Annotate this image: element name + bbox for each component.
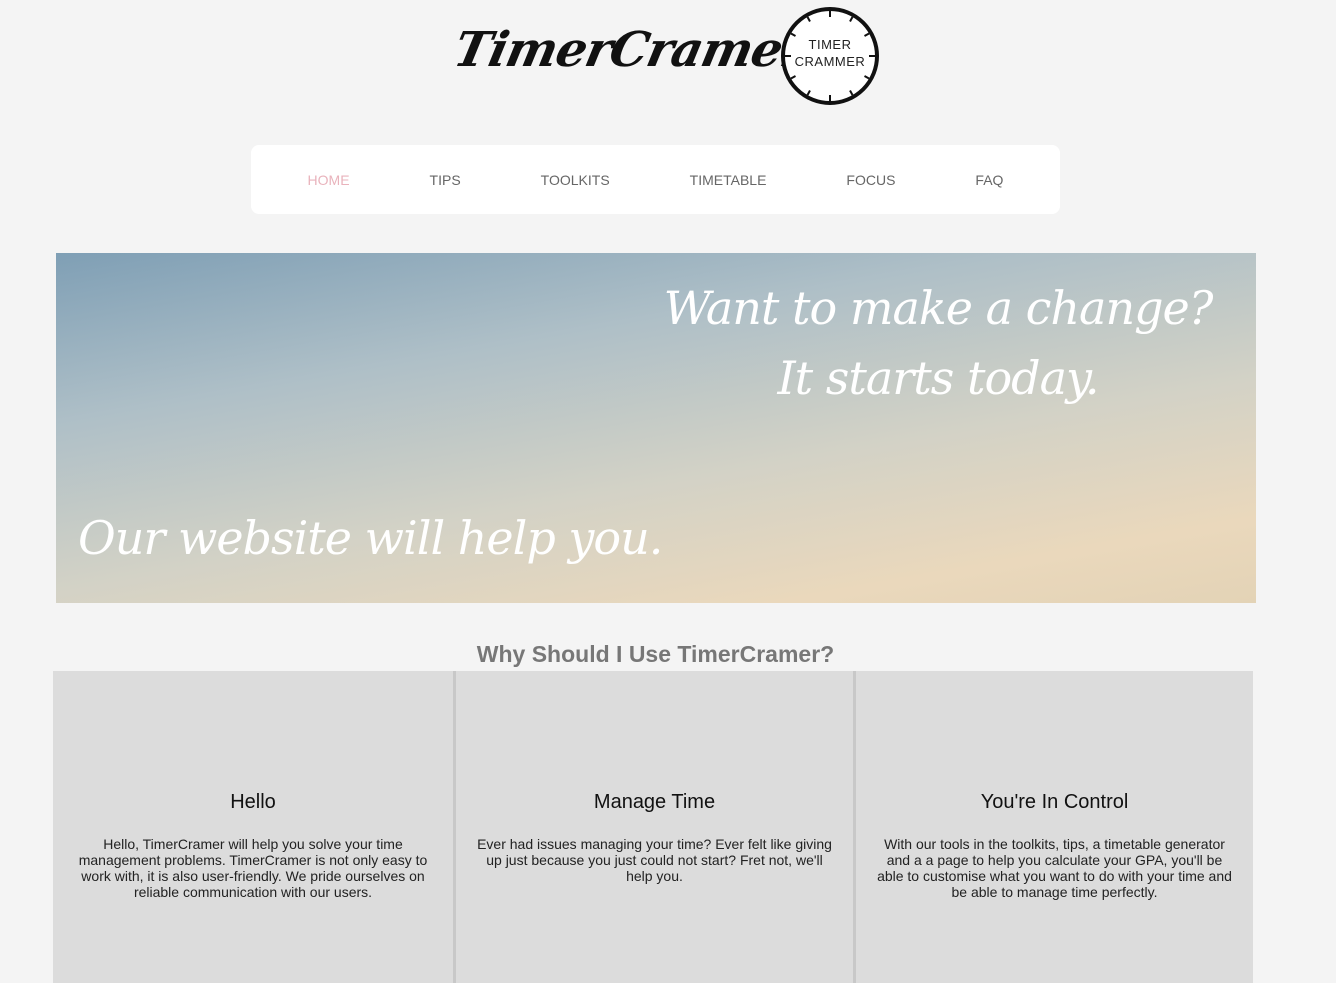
logo-line-1: TIMER — [809, 37, 852, 52]
hero-subline: Our website will help you. — [78, 511, 663, 565]
nav-focus[interactable]: FOCUS — [806, 172, 935, 188]
main-navigation: HOME TIPS TOOLKITS TIMETABLE FOCUS FAQ — [251, 145, 1060, 214]
feature-body: Ever had issues managing your time? Ever… — [477, 836, 832, 884]
feature-title: You're In Control — [980, 791, 1129, 813]
nav-home[interactable]: HOME — [268, 172, 390, 188]
section-title: Why Should I Use TimerCramer? — [476, 641, 835, 668]
feature-card-manage-time: Manage Time Ever had issues managing you… — [453, 671, 853, 983]
feature-cards: Hello Hello, TimerCramer will help you s… — [53, 671, 1259, 983]
feature-title: Manage Time — [593, 791, 716, 813]
feature-title: Hello — [230, 791, 276, 813]
nav-faq[interactable]: FAQ — [935, 172, 1043, 188]
feature-card-control: You're In Control With our tools in the … — [853, 671, 1253, 983]
nav-tips[interactable]: TIPS — [390, 172, 501, 188]
clock-logo-icon[interactable]: TIMER CRAMMER — [780, 6, 880, 106]
feature-body: Hello, TimerCramer will help you solve y… — [78, 836, 428, 900]
logo-line-2: CRAMMER — [795, 54, 866, 69]
feature-card-hello: Hello Hello, TimerCramer will help you s… — [53, 671, 453, 983]
hero-banner: Want to make a change? It starts today. … — [56, 253, 1256, 603]
hero-headline: Want to make a change? It starts today. — [638, 273, 1238, 413]
nav-timetable[interactable]: TIMETABLE — [650, 172, 807, 188]
nav-toolkits[interactable]: TOOLKITS — [501, 172, 650, 188]
site-header: TimerCramer TIMER CRAMMER — [0, 0, 1336, 120]
feature-body: With our tools in the toolkits, tips, a … — [877, 836, 1232, 900]
hero-headline-line-1: Want to make a change? — [663, 281, 1214, 335]
brand-wordmark[interactable]: TimerCramer — [449, 22, 812, 78]
hero-headline-line-2: It starts today. — [777, 351, 1099, 405]
